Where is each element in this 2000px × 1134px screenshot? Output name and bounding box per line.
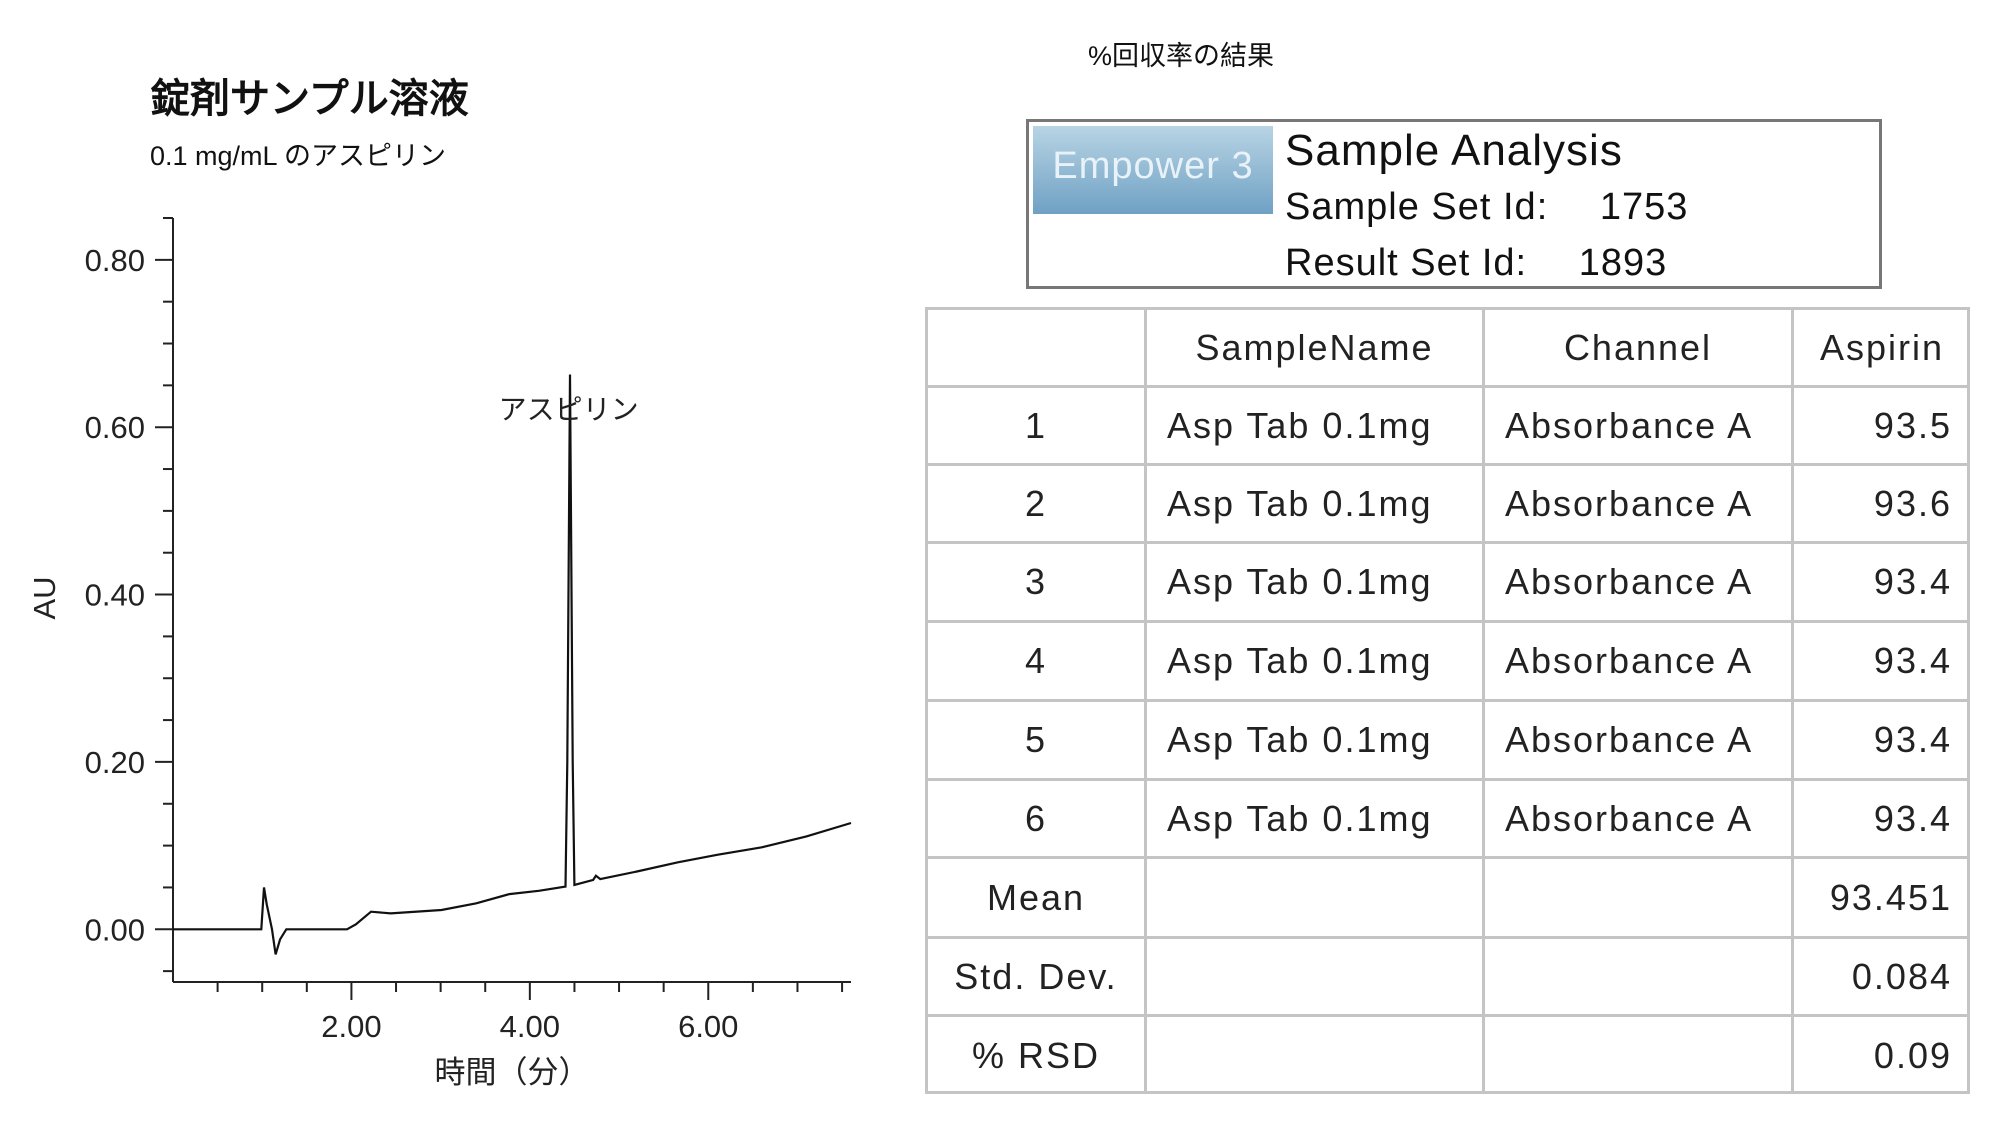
table-cell: Asp Tab 0.1mg [1147, 781, 1485, 859]
table-cell [1485, 939, 1794, 1017]
chromatogram-chart: 0.00 0.20 0.40 0.60 0.80 2.00 4.00 6.00 アスピリン 時… [27, 217, 852, 1090]
peak-label-aspirin: アスピリン [499, 394, 639, 425]
recovery-results-table: SampleName Channel Aspirin 1 Asp Tab 0.1mg Ab… [925, 307, 1970, 1094]
table-cell [1147, 1017, 1485, 1094]
table-cell: Asp Tab 0.1mg [1147, 388, 1485, 466]
table-header-cell [928, 310, 1147, 388]
table-cell: Absorbance A [1485, 388, 1794, 466]
table-cell: 93.4 [1794, 623, 1970, 702]
sample-set-id: 1753 [1599, 186, 1689, 228]
table-cell: % RSD [928, 1017, 1147, 1094]
table-cell [1147, 939, 1485, 1017]
empower-logo: Empower 3 [1033, 126, 1273, 214]
table-cell: 4 [928, 623, 1147, 702]
sample-set-row: Sample Set Id: 1753 [1285, 186, 1688, 229]
chromatogram-trace [173, 374, 852, 955]
y-tick-label: 0.20 [85, 745, 145, 780]
y-tick-label: 0.80 [85, 243, 145, 278]
table-cell: 93.5 [1794, 388, 1970, 466]
x-tick-label: 4.00 [500, 1009, 560, 1044]
table-cell: Std. Dev. [928, 939, 1147, 1017]
sample-set-label: Sample Set Id: [1285, 186, 1549, 228]
y-tick-label: 0.00 [85, 912, 145, 947]
y-tick-label: 0.60 [85, 410, 145, 445]
table-cell: Absorbance A [1485, 544, 1794, 623]
table-cell: 0.09 [1873, 1034, 1952, 1076]
table-cell [1485, 859, 1794, 939]
table-cell [1485, 1017, 1794, 1094]
table-cell: Asp Tab 0.1mg [1147, 544, 1485, 623]
result-set-label: Result Set Id: [1285, 242, 1528, 284]
x-tick-label: 6.00 [678, 1009, 738, 1044]
table-cell [1147, 859, 1485, 939]
table-cell: 1 [928, 388, 1147, 466]
empower-header: Empower 3 Sample Analysis Sample Set Id:… [1026, 119, 1882, 289]
result-set-id: 1893 [1578, 242, 1668, 284]
table-cell: 6 [928, 781, 1147, 859]
results-title: %回収率の結果 [1088, 41, 1275, 71]
x-tick-label: 2.00 [321, 1009, 381, 1044]
result-set-row: Result Set Id: 1893 [1285, 242, 1667, 285]
header-heading: Sample Analysis [1285, 126, 1623, 175]
table-cell: 3 [928, 544, 1147, 623]
table-cell: 93.4 [1794, 781, 1970, 859]
table-header-cell: Aspirin [1794, 310, 1970, 388]
table-cell: Absorbance A [1485, 623, 1794, 702]
y-tick-label: 0.40 [85, 578, 145, 613]
table-cell: Absorbance A [1485, 781, 1794, 859]
table-header-cell: SampleName [1147, 310, 1485, 388]
x-axis-label: 時間（分） [435, 1055, 590, 1090]
table-cell: 93.6 [1794, 466, 1970, 544]
table-cell: 93.4 [1794, 702, 1970, 781]
table-cell: Absorbance A [1485, 702, 1794, 781]
table-cell: Asp Tab 0.1mg [1147, 466, 1485, 544]
table-header-cell: Channel [1485, 310, 1794, 388]
table-cell: Asp Tab 0.1mg [1147, 623, 1485, 702]
table-cell: 2 [928, 466, 1147, 544]
table-cell: 93.451 [1794, 859, 1970, 939]
table-cell: Asp Tab 0.1mg [1147, 702, 1485, 781]
table-cell: 0.084 [1794, 939, 1970, 1017]
table-cell: Absorbance A [1485, 466, 1794, 544]
y-axis-label: AU [27, 576, 62, 619]
table-cell: 93.4 [1794, 544, 1970, 623]
table-cell: Mean [928, 859, 1147, 939]
table-cell: 5 [928, 702, 1147, 781]
